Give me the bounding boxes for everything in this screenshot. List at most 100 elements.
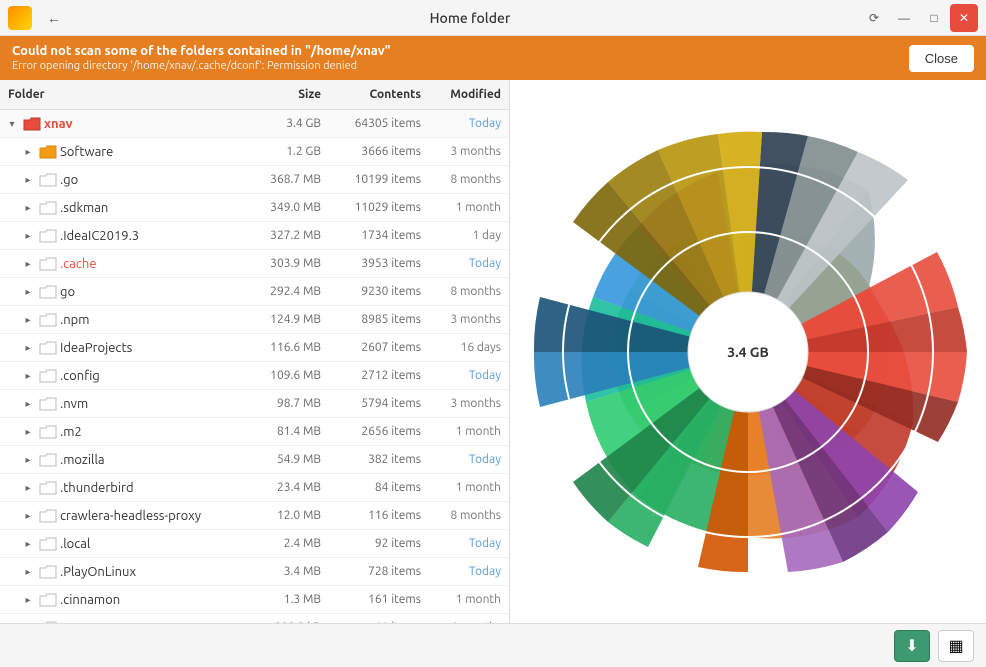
file-name-cell: ▸ crawlera-headless-proxy [0, 505, 239, 527]
file-contents: 1734 items [329, 226, 429, 245]
export-button[interactable]: ⬇ [894, 630, 930, 662]
table-row[interactable]: ▸ .sdkman 349.0 MB 11029 items 1 month [0, 194, 509, 222]
file-size: 303.9 MB [239, 254, 329, 273]
table-row[interactable]: ▸ .npm 124.9 MB 8985 items 3 months [0, 306, 509, 334]
file-size: 98.7 MB [239, 394, 329, 413]
file-name-cell: ▸ .nvm [0, 393, 239, 415]
expand-arrow[interactable]: ▸ [20, 620, 36, 624]
file-contents: 3953 items [329, 254, 429, 273]
table-row[interactable]: ▸ .cache 303.9 MB 3953 items Today [0, 250, 509, 278]
file-name-cell: ▸ .m2 [0, 421, 239, 443]
table-row[interactable]: ▸ .PlayOnLinux 3.4 MB 728 items Today [0, 558, 509, 586]
table-row[interactable]: ▾ xnav 3.4 GB 64305 items Today [0, 110, 509, 138]
expand-arrow[interactable]: ▸ [20, 424, 36, 440]
expand-arrow[interactable]: ▸ [20, 312, 36, 328]
file-rows-container: ▾ xnav 3.4 GB 64305 items Today ▸ [0, 110, 509, 623]
folder-icon [22, 116, 42, 132]
minimize-button[interactable]: — [890, 4, 918, 32]
expand-arrow[interactable]: ▸ [20, 340, 36, 356]
file-name: crawlera-headless-proxy [60, 509, 201, 523]
folder-icon [38, 200, 58, 216]
file-size: 2.4 MB [239, 534, 329, 553]
folder-icon [38, 424, 58, 440]
file-name: xnav [44, 117, 73, 131]
file-modified: 8 months [429, 506, 509, 525]
table-row[interactable]: ▸ .gem 909.3 kB 11 items 6 months [0, 614, 509, 623]
table-row[interactable]: ▸ .IdeaIC2019.3 327.2 MB 1734 items 1 da… [0, 222, 509, 250]
file-name: .cinnamon [60, 593, 120, 607]
table-row[interactable]: ▸ .thunderbird 23.4 MB 84 items 1 month [0, 474, 509, 502]
table-row[interactable]: ▸ .go 368.7 MB 10199 items 8 months [0, 166, 509, 194]
file-modified: 1 month [429, 198, 509, 217]
file-name-cell: ▸ go [0, 281, 239, 303]
header-size: Size [239, 84, 329, 105]
expand-arrow[interactable]: ▸ [20, 564, 36, 580]
table-row[interactable]: ▸ .cinnamon 1.3 MB 161 items 1 month [0, 586, 509, 614]
file-contents: 3666 items [329, 142, 429, 161]
file-modified: 1 month [429, 422, 509, 441]
disk-pane: 3.4 GB [510, 80, 986, 623]
table-row[interactable]: ▸ IdeaProjects 116.6 MB 2607 items 16 da… [0, 334, 509, 362]
maximize-button[interactable]: □ [920, 4, 948, 32]
folder-icon [38, 172, 58, 188]
expand-arrow[interactable]: ▸ [20, 200, 36, 216]
expand-arrow[interactable]: ▸ [20, 256, 36, 272]
file-name: go [60, 285, 75, 299]
expand-arrow[interactable]: ▸ [20, 396, 36, 412]
file-modified: Today [429, 114, 509, 133]
file-modified: 6 months [429, 618, 509, 623]
file-modified: Today [429, 366, 509, 385]
folder-icon [38, 256, 58, 272]
folder-icon [38, 228, 58, 244]
table-row[interactable]: ▸ .mozilla 54.9 MB 382 items Today [0, 446, 509, 474]
table-row[interactable]: ▸ Software 1.2 GB 3666 items 3 months [0, 138, 509, 166]
folder-icon [38, 312, 58, 328]
table-row[interactable]: ▸ .nvm 98.7 MB 5794 items 3 months [0, 390, 509, 418]
expand-arrow[interactable]: ▸ [20, 284, 36, 300]
file-size: 1.3 MB [239, 590, 329, 609]
chart-container: 3.4 GB [518, 122, 978, 582]
file-contents: 2607 items [329, 338, 429, 357]
close-button[interactable]: ✕ [950, 4, 978, 32]
table-row[interactable]: ▸ .config 109.6 MB 2712 items Today [0, 362, 509, 390]
expand-arrow[interactable]: ▸ [20, 144, 36, 160]
file-size: 368.7 MB [239, 170, 329, 189]
file-contents: 92 items [329, 534, 429, 553]
file-modified: Today [429, 534, 509, 553]
file-modified: 3 months [429, 394, 509, 413]
table-row[interactable]: ▸ crawlera-headless-proxy 12.0 MB 116 it… [0, 502, 509, 530]
file-size: 909.3 kB [239, 618, 329, 623]
expand-arrow[interactable]: ▸ [20, 480, 36, 496]
expand-arrow[interactable]: ▸ [20, 508, 36, 524]
file-name-cell: ▸ .local [0, 533, 239, 555]
error-subtitle: Error opening directory '/home/xnav/.cac… [12, 60, 391, 72]
file-contents: 64305 items [329, 114, 429, 133]
expand-arrow[interactable]: ▸ [20, 172, 36, 188]
table-row[interactable]: ▸ .local 2.4 MB 92 items Today [0, 530, 509, 558]
file-name-cell: ▸ .cinnamon [0, 589, 239, 611]
refresh-button[interactable]: ⟳ [860, 4, 888, 32]
expand-arrow[interactable]: ▸ [20, 228, 36, 244]
expand-arrow[interactable]: ▸ [20, 368, 36, 384]
table-row[interactable]: ▸ .m2 81.4 MB 2656 items 1 month [0, 418, 509, 446]
file-name: .cache [60, 257, 97, 271]
file-size: 109.6 MB [239, 366, 329, 385]
svg-text:3.4 GB: 3.4 GB [727, 344, 769, 360]
expand-arrow[interactable]: ▸ [20, 452, 36, 468]
file-name: IdeaProjects [60, 341, 132, 355]
expand-arrow[interactable]: ▾ [4, 116, 20, 132]
folder-icon [38, 620, 58, 624]
bottom-toolbar: ⬇ ▦ [0, 623, 986, 667]
expand-arrow[interactable]: ▸ [20, 592, 36, 608]
file-name-cell: ▸ .sdkman [0, 197, 239, 219]
expand-arrow[interactable]: ▸ [20, 536, 36, 552]
file-contents: 728 items [329, 562, 429, 581]
file-name: .IdeaIC2019.3 [60, 229, 139, 243]
table-row[interactable]: ▸ go 292.4 MB 9230 items 8 months [0, 278, 509, 306]
view-toggle-button[interactable]: ▦ [938, 630, 974, 662]
file-size: 1.2 GB [239, 142, 329, 161]
back-button[interactable]: ← [40, 4, 68, 32]
file-name-cell: ▾ xnav [0, 113, 239, 135]
file-name-cell: ▸ .config [0, 365, 239, 387]
error-close-button[interactable]: Close [909, 45, 974, 72]
